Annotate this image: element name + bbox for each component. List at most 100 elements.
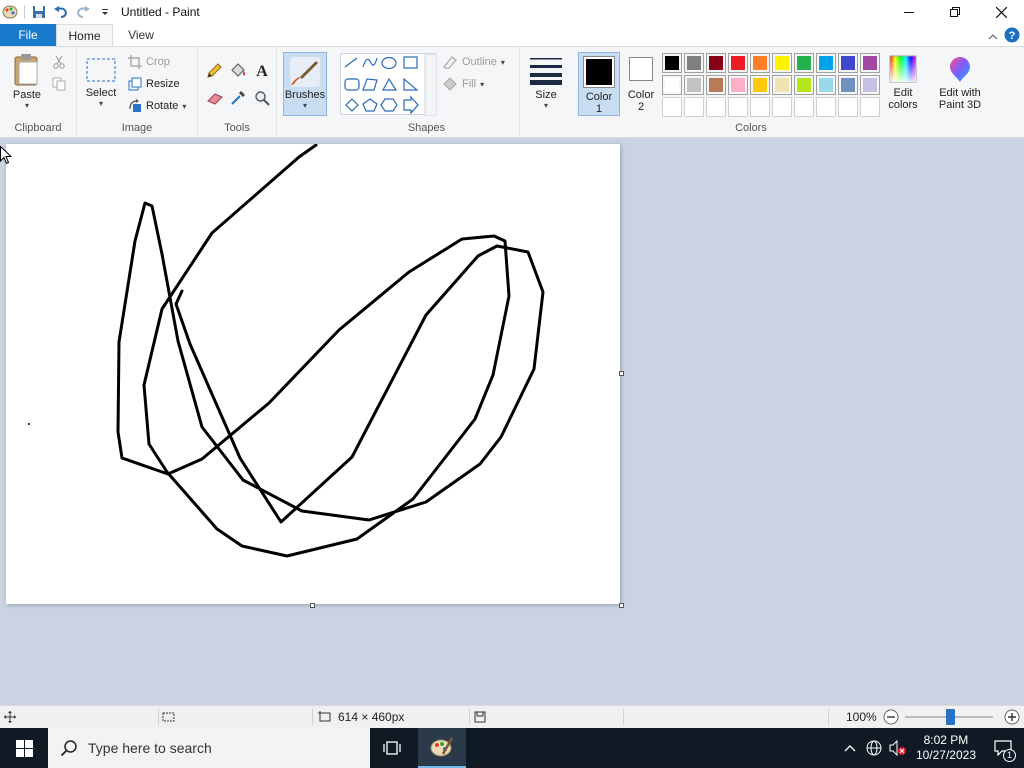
clock-date: 10/27/2023 bbox=[915, 748, 976, 762]
zoom-slider-thumb[interactable] bbox=[946, 709, 955, 725]
size-button[interactable]: Size ▾ bbox=[526, 55, 566, 110]
color-swatch[interactable] bbox=[794, 53, 814, 73]
taskbar-paint-app[interactable] bbox=[418, 728, 466, 768]
diamond-shape-icon bbox=[345, 98, 359, 112]
color-swatch[interactable] bbox=[772, 75, 792, 95]
paste-button[interactable]: Paste ▾ bbox=[8, 53, 46, 110]
resize-button[interactable]: Resize bbox=[128, 77, 180, 91]
minimize-button[interactable] bbox=[886, 0, 932, 24]
color2-button[interactable]: Color 2 bbox=[623, 57, 659, 113]
custom-color-slot[interactable] bbox=[728, 97, 748, 117]
color-swatch[interactable] bbox=[684, 53, 704, 73]
color-swatch[interactable] bbox=[684, 75, 704, 95]
cut-icon[interactable] bbox=[52, 55, 66, 72]
taskbar-clock[interactable]: 8:02 PM 10/27/2023 bbox=[910, 733, 982, 763]
minimize-ribbon-icon[interactable] bbox=[988, 30, 998, 44]
edit-with-paint3d-button[interactable]: Edit with Paint 3D bbox=[932, 55, 988, 111]
help-icon[interactable]: ? bbox=[1004, 27, 1020, 46]
color1-label: Color bbox=[585, 91, 613, 103]
color-swatch[interactable] bbox=[750, 53, 770, 73]
save-icon[interactable] bbox=[31, 4, 47, 20]
color-swatch[interactable] bbox=[838, 75, 858, 95]
color-swatch[interactable] bbox=[706, 75, 726, 95]
color-swatch[interactable] bbox=[860, 75, 880, 95]
color-picker-icon[interactable] bbox=[230, 90, 246, 109]
custom-color-slot[interactable] bbox=[750, 97, 770, 117]
color-swatch[interactable] bbox=[706, 53, 726, 73]
resize-handle-corner[interactable] bbox=[619, 603, 624, 608]
text-tool-icon[interactable]: A bbox=[254, 61, 270, 82]
undo-icon[interactable] bbox=[53, 4, 69, 20]
zoom-in-control bbox=[1004, 706, 1020, 728]
color-swatch[interactable] bbox=[794, 75, 814, 95]
custom-color-slot[interactable] bbox=[662, 97, 682, 117]
volume-button[interactable] bbox=[886, 740, 910, 756]
select-button[interactable]: Select ▾ bbox=[83, 57, 119, 108]
custom-color-slot[interactable] bbox=[816, 97, 836, 117]
color-swatch[interactable] bbox=[838, 53, 858, 73]
color2-number: 2 bbox=[637, 101, 645, 113]
size-label: Size bbox=[535, 89, 557, 101]
custom-color-slot[interactable] bbox=[794, 97, 814, 117]
show-hidden-icons-button[interactable] bbox=[838, 744, 862, 752]
color-swatch[interactable] bbox=[662, 75, 682, 95]
fill-bucket-icon[interactable] bbox=[229, 63, 247, 82]
color-swatch[interactable] bbox=[860, 53, 880, 73]
brushes-button[interactable]: Brushes ▾ bbox=[283, 52, 327, 116]
triangle-shape-icon bbox=[381, 77, 398, 91]
color-swatch[interactable] bbox=[816, 53, 836, 73]
customize-toolbar-icon[interactable] bbox=[97, 4, 113, 20]
eraser-icon[interactable] bbox=[206, 91, 224, 108]
color1-button[interactable]: Color 1 bbox=[578, 52, 620, 116]
resize-handle-right[interactable] bbox=[619, 371, 624, 376]
network-button[interactable] bbox=[862, 740, 886, 756]
crop-button[interactable]: Crop bbox=[128, 55, 170, 69]
zoom-out-icon[interactable] bbox=[883, 709, 899, 725]
drawing-strokes bbox=[28, 143, 545, 558]
canvas-workspace[interactable] bbox=[0, 138, 1024, 705]
start-button[interactable] bbox=[0, 728, 48, 768]
tab-home[interactable]: Home bbox=[56, 24, 113, 47]
custom-color-slot[interactable] bbox=[860, 97, 880, 117]
taskbar-search-box[interactable]: Type here to search bbox=[48, 728, 370, 768]
custom-color-slot[interactable] bbox=[772, 97, 792, 117]
line-shape-icon bbox=[344, 57, 358, 68]
rotate-button[interactable]: Rotate ▾ bbox=[128, 99, 186, 113]
pencil-icon[interactable] bbox=[206, 63, 222, 82]
color-swatch[interactable] bbox=[728, 53, 748, 73]
rounded-rectangle-shape-icon bbox=[344, 78, 360, 91]
edit-colors-button[interactable]: Edit colors bbox=[884, 55, 922, 111]
outline-button[interactable]: Outline ▾ bbox=[442, 55, 505, 69]
zoom-in-icon[interactable] bbox=[1004, 709, 1020, 725]
paint3d-label-2: Paint 3D bbox=[938, 99, 982, 111]
magnifier-icon[interactable] bbox=[254, 90, 270, 109]
separator bbox=[24, 5, 25, 19]
fill-button[interactable]: Fill ▾ bbox=[442, 77, 484, 91]
restore-button[interactable] bbox=[932, 0, 978, 24]
custom-color-slot[interactable] bbox=[684, 97, 704, 117]
drawing-canvas[interactable] bbox=[6, 143, 620, 604]
custom-color-slot[interactable] bbox=[706, 97, 726, 117]
color-swatch[interactable] bbox=[750, 75, 770, 95]
redo-icon[interactable] bbox=[75, 4, 91, 20]
color-swatch[interactable] bbox=[728, 75, 748, 95]
cursor-position bbox=[4, 706, 16, 728]
custom-color-slot[interactable] bbox=[838, 97, 858, 117]
tab-view[interactable]: View bbox=[118, 24, 164, 46]
paint-app-icon bbox=[430, 737, 454, 757]
task-view-button[interactable] bbox=[368, 728, 416, 768]
resize-handle-bottom[interactable] bbox=[310, 603, 315, 608]
paint-app-icon[interactable] bbox=[2, 4, 18, 20]
action-center-button[interactable]: 1 bbox=[982, 728, 1024, 768]
paste-label: Paste bbox=[12, 89, 42, 101]
close-button[interactable] bbox=[978, 0, 1024, 24]
crop-label: Crop bbox=[146, 56, 170, 68]
shapes-group-label: Shapes bbox=[407, 122, 446, 134]
tab-file[interactable]: File bbox=[0, 24, 56, 46]
copy-icon[interactable] bbox=[52, 77, 66, 94]
color-swatch[interactable] bbox=[816, 75, 836, 95]
color-swatch[interactable] bbox=[662, 53, 682, 73]
color-swatch[interactable] bbox=[772, 53, 792, 73]
clock-time: 8:02 PM bbox=[923, 733, 969, 747]
right-triangle-shape-icon bbox=[403, 77, 419, 91]
